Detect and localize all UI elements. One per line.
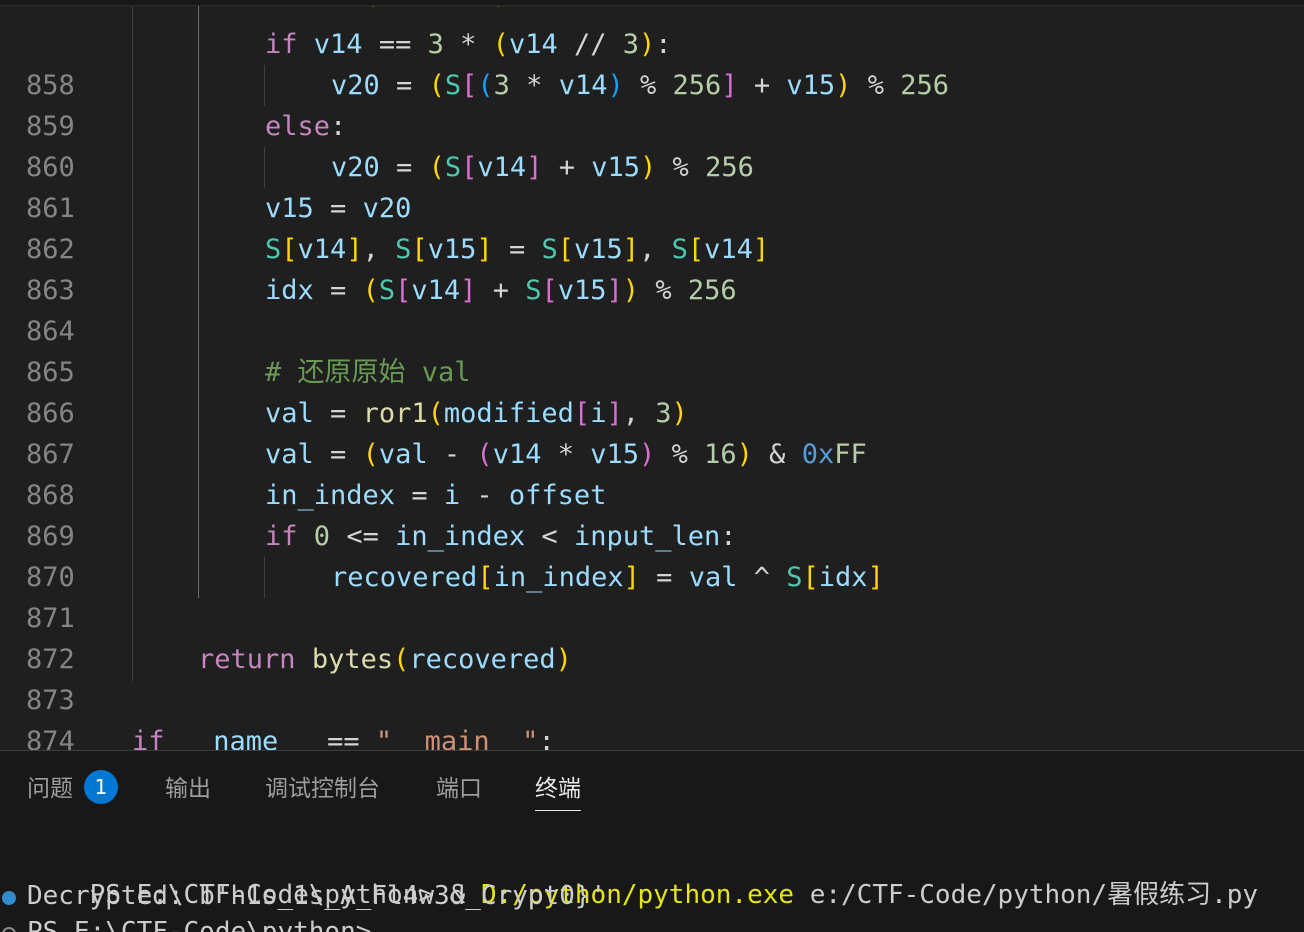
- tab-output[interactable]: 输出: [165, 771, 211, 811]
- code-line-864[interactable]: 864 idx = (S[v14] + S[v15]) % 256: [0, 270, 1304, 347]
- editor-top-border: [0, 0, 1304, 6]
- code-editor[interactable]: v14 = (v14 + 1) % 256 858 if v14 == 3 * …: [0, 0, 1304, 750]
- indent-guide: [198, 0, 199, 598]
- tab-terminal[interactable]: 终端: [535, 771, 581, 811]
- code-line-860[interactable]: 860 else:: [0, 106, 1304, 183]
- problems-count-badge: 1: [84, 770, 118, 804]
- tab-ports-label: 端口: [436, 776, 482, 802]
- command-pending-decoration-icon[interactable]: [2, 927, 16, 932]
- indent-guide: [264, 557, 265, 598]
- indent-guide: [264, 65, 265, 106]
- bottom-panel: 问题 1 输出 调试控制台 端口 终端 PS E:\CTF-Code\pytho…: [0, 751, 1304, 932]
- code-line-869[interactable]: 869 in_index = i - offset: [0, 475, 1304, 552]
- tab-debug-console[interactable]: 调试控制台: [265, 771, 380, 811]
- code-line-874[interactable]: 874: [0, 680, 1304, 750]
- code-line-873[interactable]: 873 return bytes(recovered): [0, 639, 1304, 716]
- code-line-871[interactable]: 871 recovered[in_index] = val ^ S[idx]: [0, 557, 1304, 634]
- code-line-863[interactable]: 863 S[v14], S[v15] = S[v15], S[v14]: [0, 229, 1304, 306]
- code-line-872[interactable]: 872: [0, 598, 1304, 675]
- code-line-870[interactable]: 870 if 0 <= in_index < input_len:: [0, 516, 1304, 593]
- code-line-865[interactable]: 865: [0, 311, 1304, 388]
- panel-tabs: 问题 1 输出 调试控制台 端口 终端: [0, 751, 1304, 821]
- command-success-decoration-icon[interactable]: [2, 891, 16, 905]
- code-line-862[interactable]: 862 v15 = v20: [0, 188, 1304, 265]
- tab-problems[interactable]: 问题: [27, 771, 73, 811]
- code-line-859[interactable]: 859 v20 = (S[(3 * v14) % 256] + v15) % 2…: [0, 65, 1304, 142]
- tab-debug-console-label: 调试控制台: [265, 776, 380, 802]
- tab-output-label: 输出: [165, 776, 211, 802]
- code-line-868[interactable]: 868 val = (val - (v14 * v15) % 16) & 0xF…: [0, 434, 1304, 511]
- indent-guide: [264, 147, 265, 188]
- terminal-script-path: e:/CTF-Code/python/暑假练习.py: [794, 880, 1259, 910]
- tab-terminal-label: 终端: [535, 776, 581, 802]
- code-line-866[interactable]: 866 # 还原原始 val: [0, 352, 1304, 429]
- terminal-output-line: Decrypted: b'h1s_1s_A_Fl4w3d_Crypt0}': [27, 881, 607, 911]
- tab-problems-label: 问题: [27, 776, 73, 802]
- code-line-867[interactable]: 867 val = ror1(modified[i], 3): [0, 393, 1304, 470]
- terminal-prompt-line[interactable]: PS E:\CTF-Code\python>: [27, 914, 371, 932]
- indent-guide: [132, 0, 133, 681]
- code-line-875[interactable]: 875 if __name__ == "__main__":: [0, 721, 1304, 750]
- code-line-861[interactable]: 861 v20 = (S[v14] + v15) % 256: [0, 147, 1304, 224]
- tab-ports[interactable]: 端口: [436, 771, 482, 811]
- code-line-858[interactable]: 858 if v14 == 3 * (v14 // 3):: [0, 24, 1304, 101]
